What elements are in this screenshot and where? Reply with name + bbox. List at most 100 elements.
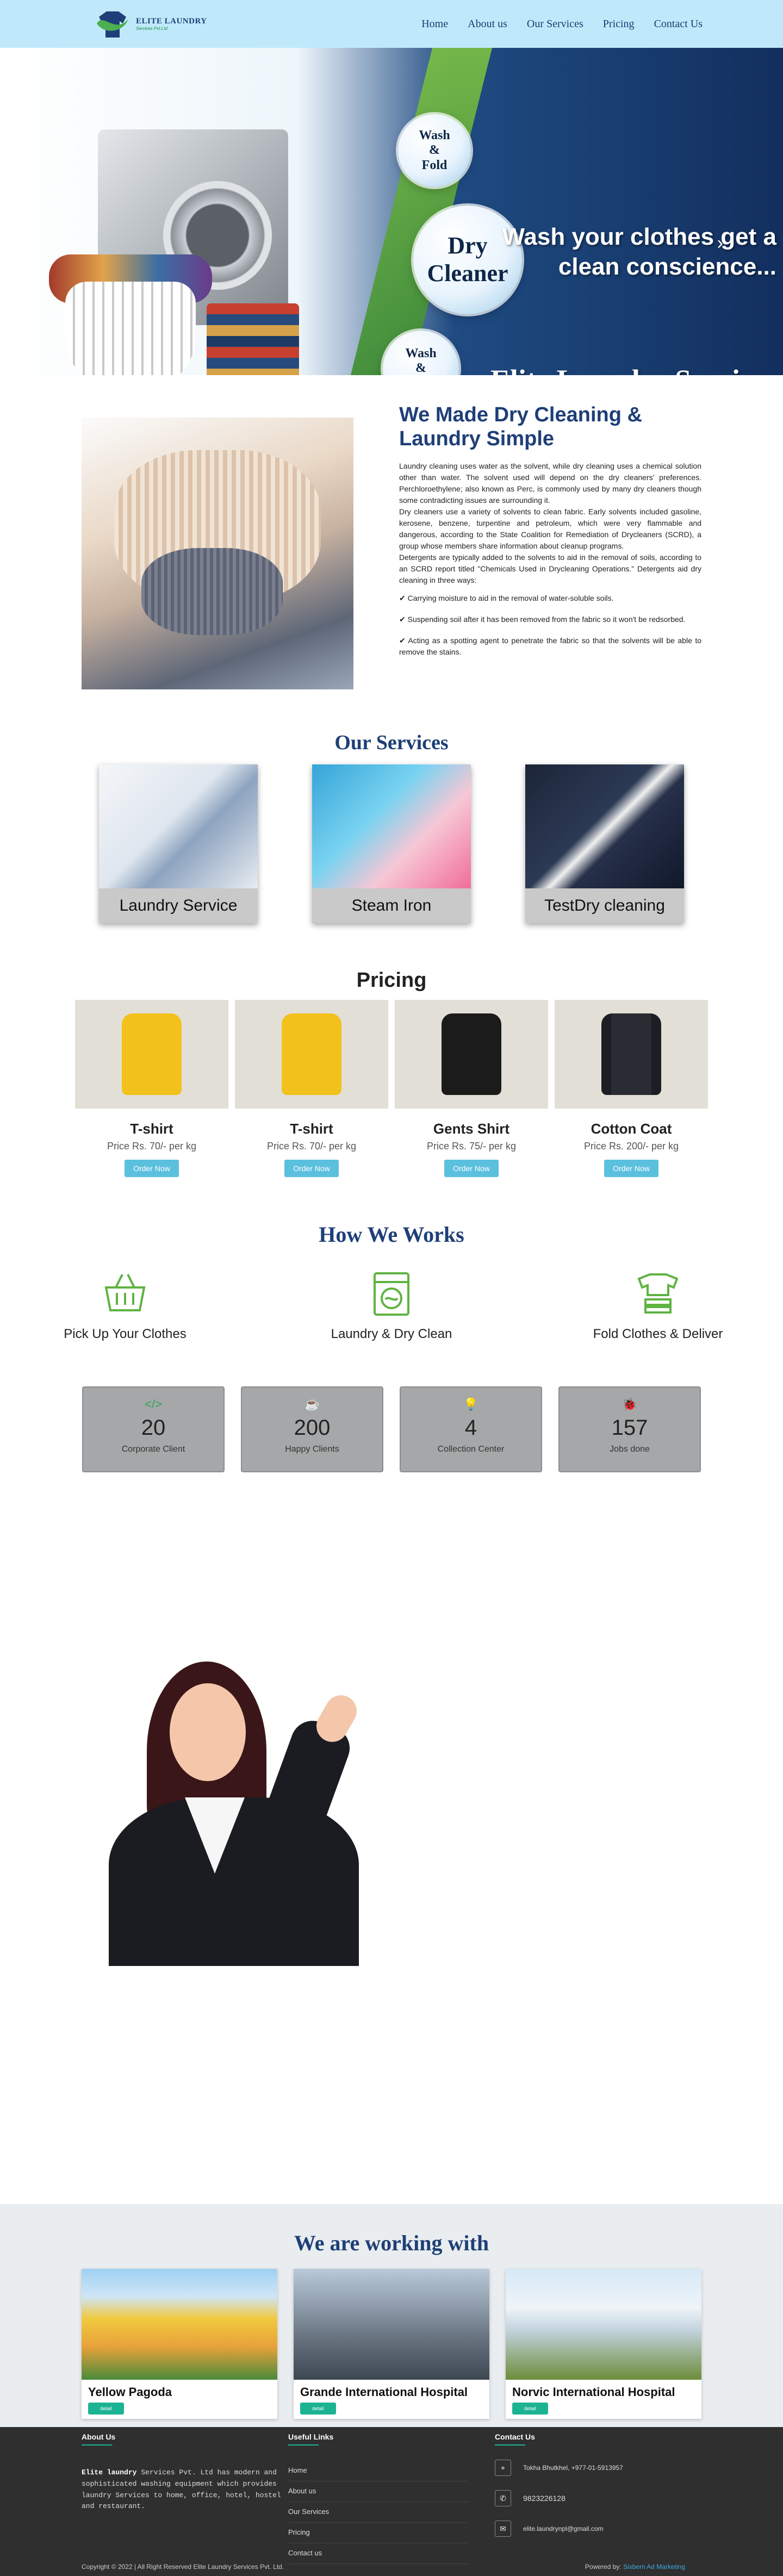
lightbulb-icon: 💡 [463,1397,478,1411]
nav-about[interactable]: About us [468,18,507,30]
nav-home[interactable]: Home [421,18,448,30]
stats-section: </> 20 Corporate Client ☕ 200 Happy Clie… [0,1386,783,1472]
services-title: Our Services [334,731,449,754]
footer-contact-heading: Contact Us [495,2432,701,2446]
partners-title: We are working with [294,2231,489,2255]
footer-phone-text[interactable]: 9823226128 [523,2494,566,2503]
partner-name: Yellow Pagoda [88,2385,172,2399]
service-card[interactable]: Laundry Service [99,764,258,923]
shirt-image [395,1000,548,1109]
powered-by-prefix: Powered by: [585,2563,622,2571]
stat-label: Happy Clients [285,1445,339,1454]
order-now-button[interactable]: Order Now [284,1160,339,1177]
nav-pricing[interactable]: Pricing [603,18,635,30]
partner-detail-button[interactable]: detail [512,2403,548,2415]
how-title: How We Works [319,1222,464,1247]
laundry-basket-image [65,282,196,375]
partner-name: Norvic International Hospital [512,2385,675,2399]
footer-email-text[interactable]: elite.laundrynpl@gmail.com [523,2525,604,2533]
nav-menu: Home About us Our Services Pricing Conta… [421,18,703,30]
pricing-title: Pricing [356,969,427,992]
about-section: We Made Dry Cleaning & Laundry Simple La… [0,375,783,722]
about-text: We Made Dry Cleaning & Laundry Simple La… [399,399,701,689]
coffee-icon: ☕ [304,1397,320,1411]
folded-sweaters-image [82,418,353,689]
about-paragraph: Laundry cleaning uses water as the solve… [399,462,701,505]
services-list: Laundry Service Steam Iron TestDry clean… [0,764,783,923]
partner-image [506,2269,701,2380]
footer-phone: ✆ 9823226128 [495,2490,701,2506]
how-we-work-section: How We Works Pick Up Your Clothes Laundr… [0,1177,783,1342]
coat-image [555,1000,708,1109]
partner-detail-button[interactable]: detail [300,2403,336,2415]
washing-machine-icon [315,1271,468,1317]
footer-link-pricing[interactable]: Pricing [288,2523,468,2543]
powered-by: Powered by: Sixbern Ad Marketing [585,2563,685,2571]
pointing-woman-image [103,1662,364,1966]
folded-clothes-icon [582,1271,734,1317]
footer-link-contact[interactable]: Contact us [288,2543,468,2564]
chevron-left-icon[interactable]: ‹ [54,233,60,254]
service-image [312,764,471,888]
how-step-label: Laundry & Dry Clean [331,1327,452,1341]
service-card[interactable]: Steam Iron [312,764,471,923]
service-image [99,764,258,888]
powered-by-link[interactable]: Sixbern Ad Marketing [623,2563,685,2571]
logo[interactable]: ELITE LAUNDRY Services Pvt.Ltd [94,7,207,41]
nav-contact[interactable]: Contact Us [654,18,703,30]
price-card: Gents Shirt Price Rs. 75/- per kg Order … [395,1000,548,1177]
logo-shirt-icon [97,11,128,38]
map-pin-icon: ⌖ [495,2460,511,2476]
stat-card: 💡 4 Collection Center [400,1386,542,1472]
envelope-icon: ✉ [495,2521,511,2537]
price-item-name: T-shirt [130,1121,173,1137]
promo-image-section [0,1472,783,2204]
hero-tagline: Wash your clothes get a clean conscience… [502,223,776,280]
partners-section: We are working with Yellow Pagoda detail… [0,2204,783,2427]
price-item-price: Price Rs. 200/- per kg [583,1141,679,1152]
price-card: T-shirt Price Rs. 70/- per kg Order Now [235,1000,388,1177]
stat-number: 200 [294,1416,331,1440]
stat-number: 157 [611,1416,648,1440]
footer-email: ✉ elite.laundrynpl@gmail.com [495,2521,701,2537]
logo-name: ELITE LAUNDRY [136,17,207,26]
tshirt-image [75,1000,228,1109]
footer-link-about[interactable]: About us [288,2481,468,2502]
footer: About Us Elite laundry Services Pvt. Ltd… [0,2427,783,2576]
nav-services[interactable]: Our Services [527,18,583,30]
service-card[interactable]: TestDry cleaning [525,764,684,923]
partner-image [82,2269,277,2380]
logo-text: ELITE LAUNDRY Services Pvt.Ltd [136,17,207,31]
folded-clothes-image [207,303,299,375]
stat-card: </> 20 Corporate Client [82,1386,225,1472]
footer-address: ⌖ Tokha Bhutkhel, +977-01-5913957 [495,2460,701,2476]
code-icon: </> [145,1397,162,1411]
price-item-name: Gents Shirt [433,1121,510,1137]
logo-subtitle: Services Pvt.Ltd [136,26,167,31]
how-step-label: Fold Clothes & Deliver [593,1327,723,1341]
order-now-button[interactable]: Order Now [125,1160,179,1177]
bug-icon: 🐞 [622,1397,637,1411]
partner-card: Grande International Hospital detail [294,2269,489,2419]
about-title: We Made Dry Cleaning & Laundry Simple [399,403,642,450]
footer-about-text: Elite laundry Services Pvt. Ltd has mode… [82,2467,283,2512]
how-step-label: Pick Up Your Clothes [64,1327,187,1341]
how-step: Fold Clothes & Deliver [582,1271,734,1342]
footer-links: Useful Links Home About us Our Services … [288,2432,495,2564]
how-step: Pick Up Your Clothes [49,1271,201,1342]
tshirt-image [235,1000,388,1109]
about-paragraph: Dry cleaners use a variety of solvents t… [399,507,701,551]
order-now-button[interactable]: Order Now [604,1160,658,1177]
chevron-right-icon[interactable]: › [717,233,723,254]
stat-label: Jobs done [610,1445,650,1454]
price-card: T-shirt Price Rs. 70/- per kg Order Now [75,1000,228,1177]
stat-label: Corporate Client [121,1445,185,1454]
order-now-button[interactable]: Order Now [444,1160,499,1177]
price-item-name: T-shirt [290,1121,333,1137]
pricing-list: T-shirt Price Rs. 70/- per kg Order Now … [0,1000,783,1177]
navbar: ELITE LAUNDRY Services Pvt.Ltd Home Abou… [0,0,783,48]
services-section: Our Services Laundry Service Steam Iron … [0,722,783,923]
footer-link-services[interactable]: Our Services [288,2502,468,2523]
footer-link-home[interactable]: Home [288,2461,468,2481]
partner-detail-button[interactable]: detail [88,2403,124,2415]
